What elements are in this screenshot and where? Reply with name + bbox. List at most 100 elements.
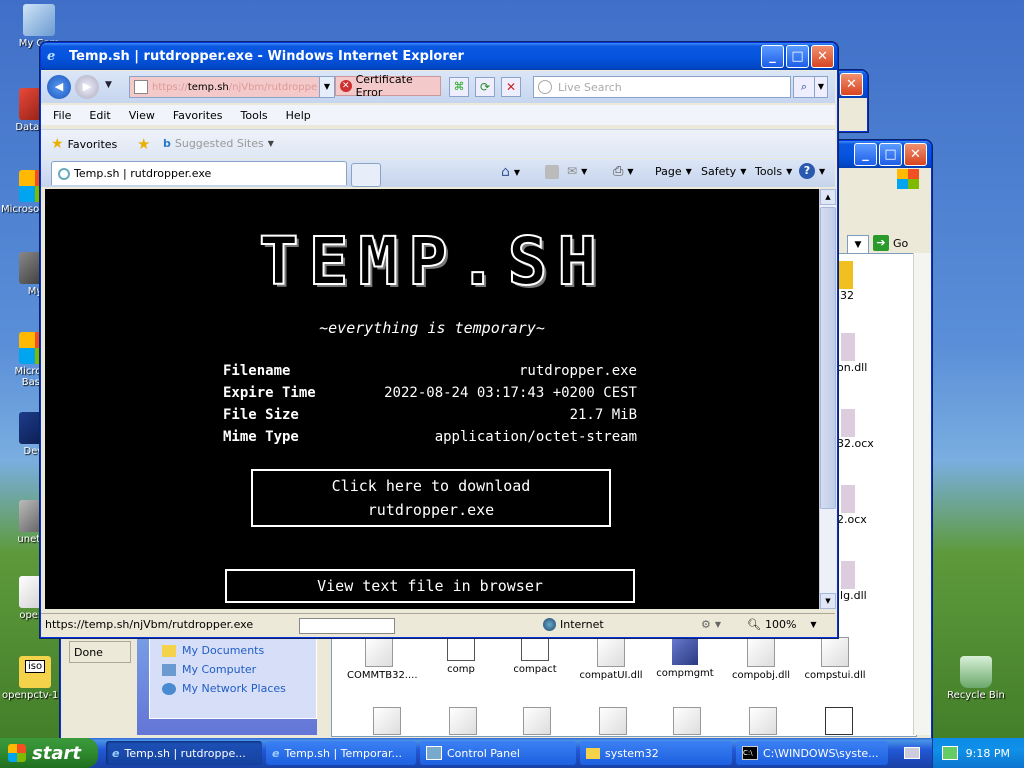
file-item[interactable]	[599, 707, 627, 735]
suggested-sites-label: Suggested Sites	[174, 137, 264, 150]
maximize-icon[interactable]: □	[786, 45, 809, 68]
file-item[interactable]: compact	[503, 637, 567, 675]
taskbar-item-cmd[interactable]: C:\ C:\WINDOWS\syste...	[736, 741, 888, 765]
desktop-icon-label: openpctv-1...	[2, 690, 68, 701]
tab-command-row: Temp.sh | rutdropper.exe ⌂ ▼ ✉ ▼ ⎙ ▼ Pag…	[41, 159, 835, 187]
taskbar-item-ie-rutdropper[interactable]: e Temp.sh | rutdroppe...	[106, 741, 262, 765]
clock[interactable]: 9:18 PM	[966, 747, 1010, 760]
close-icon[interactable]: ✕	[840, 73, 863, 96]
field-filename-value: rutdropper.exe	[518, 363, 637, 379]
tab-current[interactable]: Temp.sh | rutdropper.exe	[51, 161, 347, 185]
help-button[interactable]: ? ▼	[799, 163, 825, 179]
file-item[interactable]: compatUI.dll	[579, 637, 643, 681]
taskbar-item-ie-temporary[interactable]: e Temp.sh | Temporar...	[266, 741, 416, 765]
file-item[interactable]	[523, 707, 551, 735]
file-item[interactable]: compstui.dll	[803, 637, 867, 681]
history-dropdown-icon[interactable]: ▼	[105, 80, 112, 90]
menu-tools[interactable]: Tools	[241, 109, 268, 122]
menu-favorites[interactable]: Favorites	[173, 109, 223, 122]
go-button[interactable]: ➔ Go	[873, 235, 908, 251]
partial-file-item[interactable]: on.dll	[837, 333, 867, 374]
minimize-icon[interactable]: _	[761, 45, 784, 68]
tools-menu-button[interactable]: Tools ▼	[755, 165, 792, 178]
suggested-sites-button[interactable]: b Suggested Sites ▼	[163, 137, 274, 150]
ie-titlebar[interactable]: e Temp.sh | rutdropper.exe - Windows Int…	[41, 43, 837, 70]
menu-edit[interactable]: Edit	[89, 109, 110, 122]
sidebar-item-my-documents[interactable]: My Documents	[162, 644, 316, 657]
certificate-error-button[interactable]: ✕ Certificate Error	[335, 73, 441, 99]
chevron-down-icon: ▼	[740, 167, 747, 176]
search-button[interactable]: ⌕	[793, 76, 815, 98]
stop-icon[interactable]: ✕	[501, 77, 521, 97]
read-mail-button[interactable]: ✉ ▼	[567, 164, 587, 178]
zoom-button[interactable]: 🔍︎ 100% ▼	[747, 618, 817, 631]
search-input[interactable]: Live Search	[533, 76, 791, 98]
ie-window[interactable]: e Temp.sh | rutdropper.exe - Windows Int…	[40, 42, 838, 638]
maximize-icon[interactable]: □	[879, 143, 902, 166]
file-item[interactable]: comp	[429, 637, 493, 675]
partial-file-item[interactable]: 32.ocx	[837, 409, 874, 450]
taskbar-item-control-panel[interactable]: Control Panel	[420, 741, 576, 765]
zone-indicator[interactable]: Internet	[543, 618, 604, 631]
site-logo: TEMP.SH	[258, 222, 608, 301]
keyboard-icon[interactable]	[904, 747, 920, 759]
console-icon: C:\	[742, 746, 758, 760]
file-item[interactable]	[673, 707, 701, 735]
new-tab-button[interactable]	[351, 163, 381, 187]
desktop-icon-recycle-bin[interactable]: Recycle Bin	[938, 656, 1014, 701]
compatibility-view-icon[interactable]: ⌘	[449, 77, 469, 97]
file-pane-scrollbar[interactable]	[913, 253, 931, 735]
file-item[interactable]	[749, 707, 777, 735]
ocx-file-icon	[841, 485, 855, 513]
network-tray-icon[interactable]	[941, 746, 958, 760]
menu-file[interactable]: File	[53, 109, 71, 122]
certificate-error-label: Certificate Error	[355, 73, 413, 99]
tools-menu-label: Tools	[755, 165, 783, 178]
file-item[interactable]: compobj.dll	[729, 637, 793, 681]
file-item[interactable]	[373, 707, 401, 735]
close-icon[interactable]: ✕	[811, 45, 834, 68]
refresh-icon[interactable]: ⟳	[475, 77, 495, 97]
feeds-icon[interactable]	[545, 165, 559, 179]
sidebar-item-my-computer[interactable]: My Computer	[162, 663, 316, 676]
scroll-thumb[interactable]	[820, 207, 836, 509]
file-item[interactable]: COMMTB32....	[347, 637, 418, 681]
print-button[interactable]: ⎙ ▼	[613, 164, 634, 179]
add-favorites-icon[interactable]: ★	[137, 135, 150, 153]
address-dropdown[interactable]: ▼	[847, 235, 869, 255]
gear-icon: ⚙	[701, 618, 711, 631]
file-item[interactable]	[825, 707, 853, 735]
taskbar-item-label: Temp.sh | Temporar...	[284, 746, 402, 760]
minimize-icon[interactable]: _	[854, 143, 877, 166]
safety-menu-button[interactable]: Safety ▼	[701, 165, 746, 178]
menu-view[interactable]: View	[129, 109, 155, 122]
start-label: start	[32, 742, 81, 764]
file-item[interactable]: compmgmt	[653, 637, 717, 679]
favorites-label: Favorites	[67, 137, 118, 151]
scroll-down-icon[interactable]: ▼	[820, 593, 836, 609]
sidebar-item-my-network-places[interactable]: My Network Places	[162, 682, 316, 695]
favorites-button[interactable]: ★ Favorites	[51, 136, 117, 152]
status-done: Done	[69, 641, 131, 663]
menu-help[interactable]: Help	[286, 109, 311, 122]
forward-button[interactable]: ▶	[75, 75, 99, 99]
ie-icon: e	[272, 746, 280, 760]
page-menu-button[interactable]: Page ▼	[655, 165, 692, 178]
home-button[interactable]: ⌂ ▼	[501, 164, 520, 180]
download-link[interactable]: Click here to download rutdropper.exe	[251, 469, 611, 527]
address-bar[interactable]: https:// temp.sh /njVbm/rutdroppe	[129, 76, 331, 98]
back-button[interactable]: ◀	[47, 75, 71, 99]
address-dropdown[interactable]: ▼	[319, 76, 335, 98]
view-text-link[interactable]: View text file in browser	[225, 569, 635, 603]
protected-mode-button[interactable]: ⚙ ▼	[701, 618, 721, 631]
other-places-panel: My Documents My Computer My Network Plac…	[149, 633, 317, 719]
taskbar-item-system32[interactable]: system32	[580, 741, 732, 765]
start-button[interactable]: start	[0, 738, 98, 768]
page-scrollbar[interactable]: ▲ ▼	[819, 189, 836, 609]
partial-file-item[interactable]: 2.ocx	[837, 485, 867, 526]
partial-file-item[interactable]: llg.dll	[837, 561, 867, 602]
close-icon[interactable]: ✕	[904, 143, 927, 166]
search-options-dropdown[interactable]: ▼	[814, 76, 828, 98]
file-item[interactable]	[449, 707, 477, 735]
scroll-up-icon[interactable]: ▲	[820, 189, 836, 205]
